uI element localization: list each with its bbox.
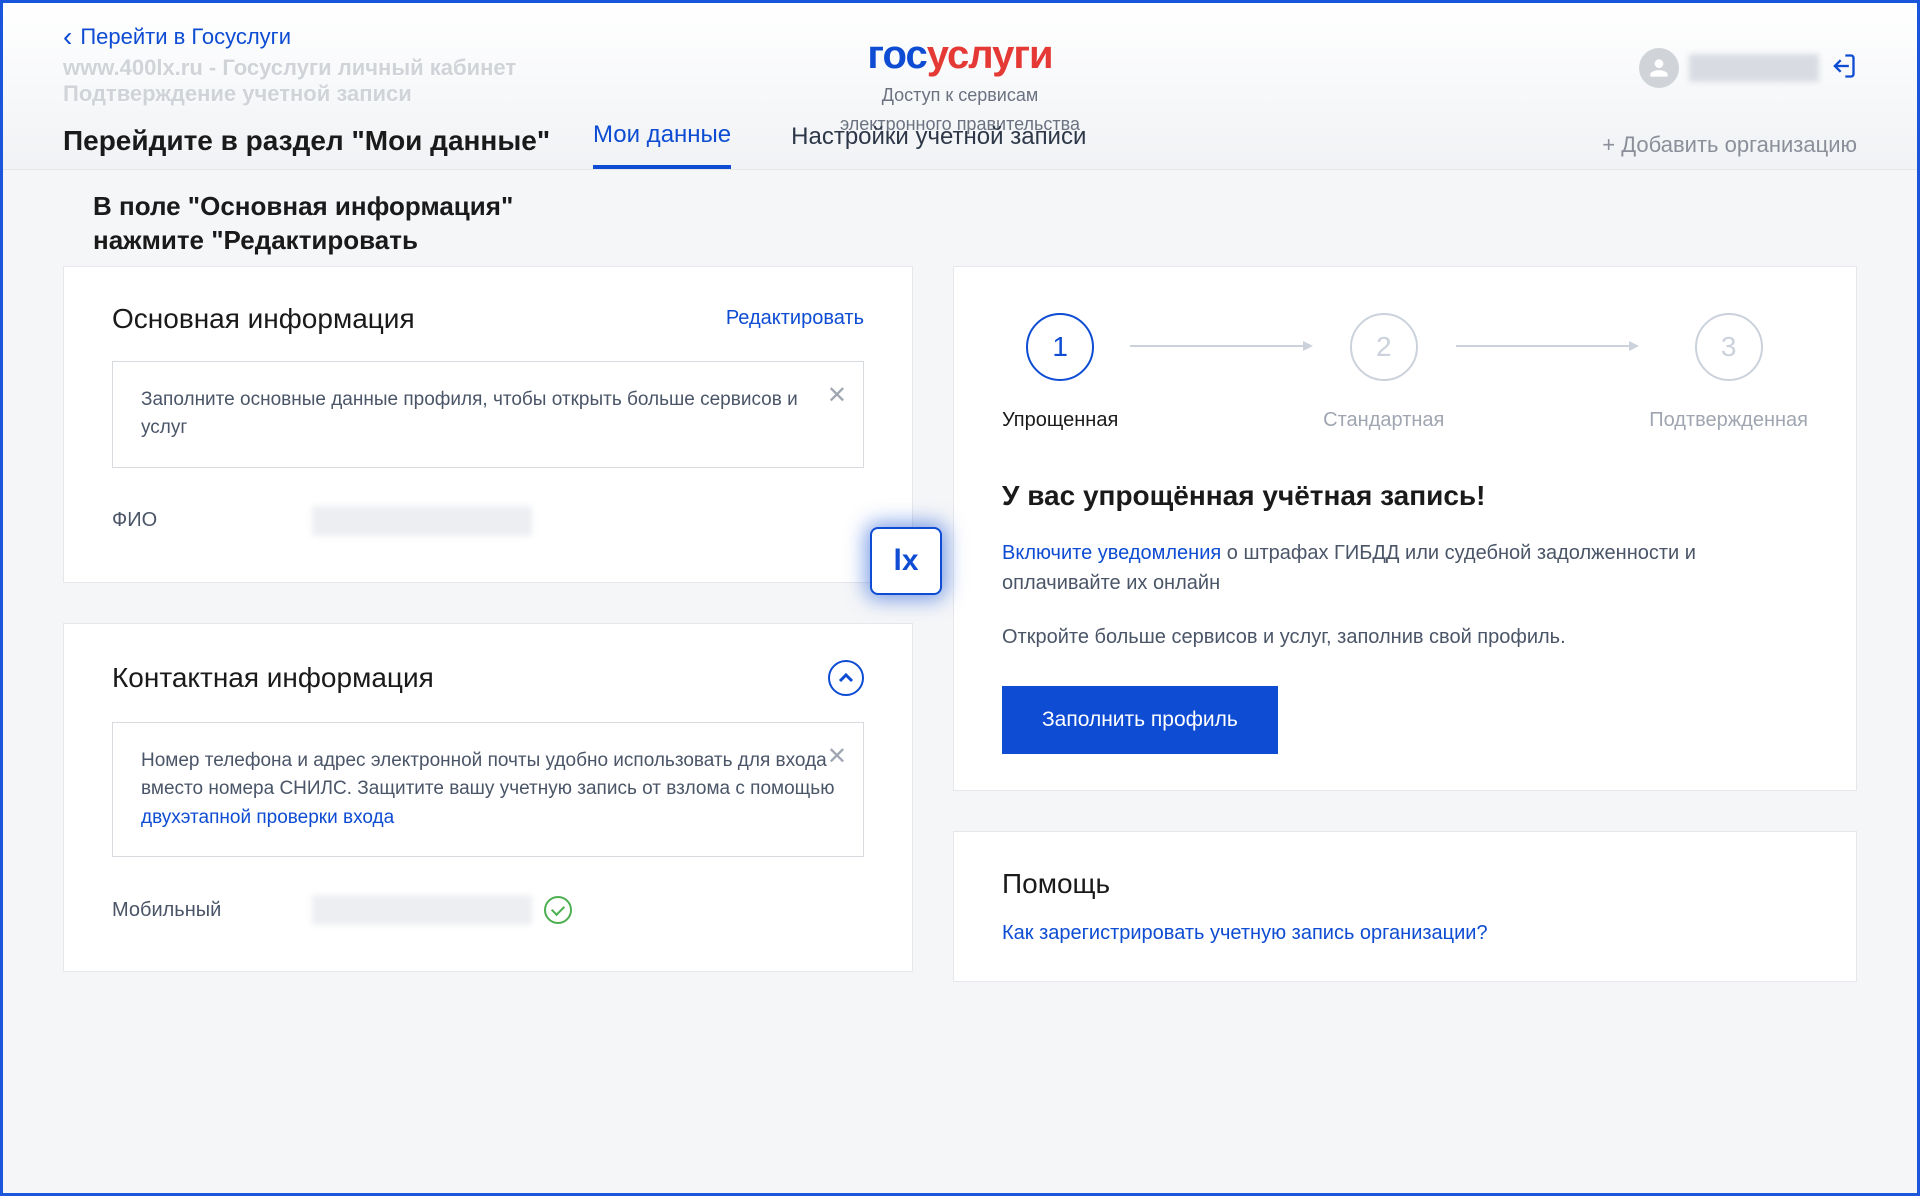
two-factor-link[interactable]: двухэтапной проверки входа (141, 807, 394, 828)
tab-my-data[interactable]: Мои данные (593, 121, 731, 169)
logo-part-blue: гос (867, 33, 926, 77)
mobile-value-redacted (312, 895, 532, 925)
more-services-text: Откройте больше сервисов и услуг, заполн… (1002, 622, 1808, 652)
help-title: Помощь (1002, 868, 1808, 900)
help-link-register-org[interactable]: Как зарегистрировать учетную запись орга… (1002, 922, 1488, 944)
step-arrow-icon (1456, 345, 1637, 347)
close-icon[interactable]: ✕ (827, 739, 847, 775)
step-1-circle: 1 (1026, 313, 1094, 381)
step-2-circle: 2 (1350, 313, 1418, 381)
contact-info-title: Контактная информация (112, 662, 434, 694)
enable-notifications-link[interactable]: Включите уведомления (1002, 542, 1221, 564)
logo-subtitle-1: Доступ к сервисам (840, 84, 1080, 107)
edit-main-info-link[interactable]: Редактировать (726, 307, 864, 330)
mobile-label: Мобильный (112, 899, 312, 922)
account-level-card: 1 Упрощенная 2 Стандартная 3 Подтвержден… (953, 266, 1857, 791)
fio-value-redacted (312, 506, 532, 536)
verified-check-icon (544, 896, 572, 924)
logout-icon[interactable] (1829, 52, 1857, 85)
account-status-title: У вас упрощённая учётная запись! (1002, 480, 1808, 512)
main-info-notice: ✕ Заполните основные данные профиля, что… (112, 361, 864, 468)
step-3-circle: 3 (1695, 313, 1763, 381)
fill-profile-button[interactable]: Заполнить профиль (1002, 686, 1278, 754)
watermark-badge: lx (870, 527, 942, 595)
tab-account-settings[interactable]: Настройки учетной записи (791, 123, 1086, 167)
contact-info-notice: ✕ Номер телефона и адрес электронной поч… (112, 722, 864, 858)
sub-instruction: В поле "Основная информация" нажмите "Ре… (93, 190, 1917, 258)
fio-label: ФИО (112, 509, 312, 532)
avatar-icon[interactable] (1639, 48, 1679, 88)
back-to-gosuslugi-link[interactable]: Перейти в Госуслуги (63, 23, 291, 51)
step-2-label: Стандартная (1323, 409, 1444, 432)
main-info-title: Основная информация (112, 303, 415, 335)
help-card: Помощь Как зарегистрировать учетную запи… (953, 831, 1857, 982)
main-info-card: Основная информация Редактировать ✕ Запо… (63, 266, 913, 583)
collapse-toggle[interactable] (828, 660, 864, 696)
contact-info-card: Контактная информация ✕ Номер телефона и… (63, 623, 913, 973)
step-arrow-icon (1130, 345, 1311, 347)
user-name-redacted (1689, 54, 1819, 82)
close-icon[interactable]: ✕ (827, 378, 847, 414)
step-1-label: Упрощенная (1002, 409, 1118, 432)
logo-part-red: услуги (927, 33, 1053, 77)
step-3-label: Подтвержденная (1649, 409, 1808, 432)
add-organization-link[interactable]: + Добавить организацию (1602, 132, 1857, 158)
